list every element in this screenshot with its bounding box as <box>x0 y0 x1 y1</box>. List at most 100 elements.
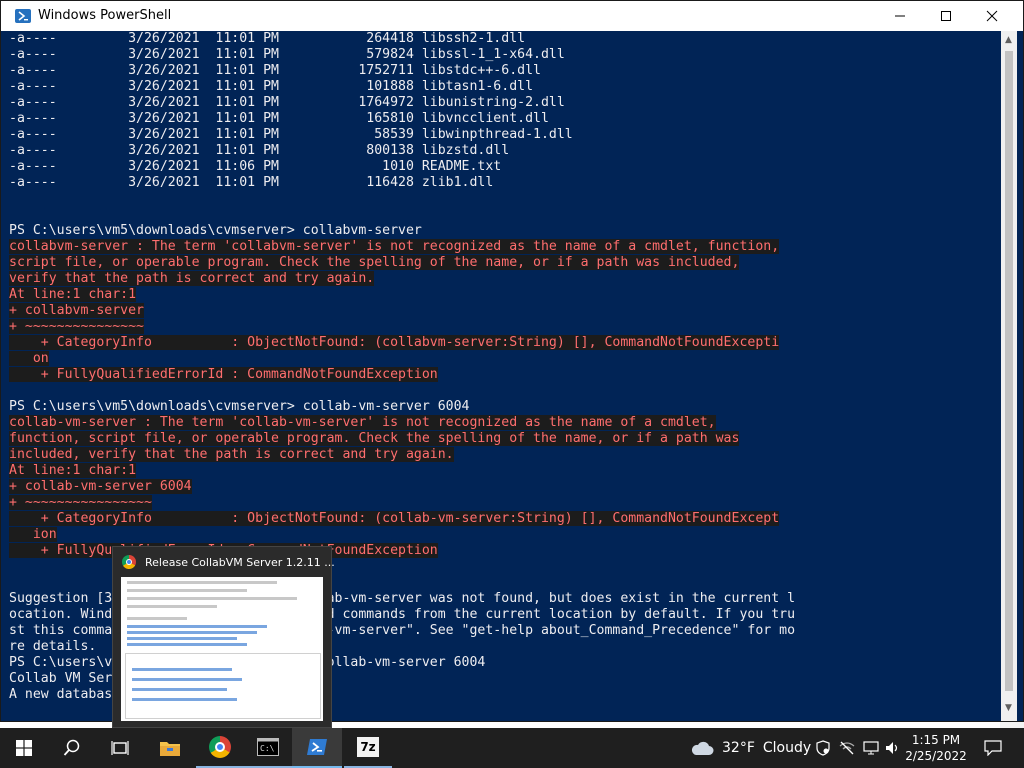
notification-icon <box>984 740 1002 756</box>
task-view-button[interactable] <box>96 728 144 768</box>
file-listing-row: -a---- 3/26/2021 11:01 PM 101888 libtasn… <box>9 79 534 94</box>
error-line: script file, or operable program. Check … <box>9 255 740 270</box>
windows-start-icon <box>16 740 32 756</box>
taskbar-command-prompt[interactable]: C:\ <box>244 728 292 768</box>
error-line: ion <box>9 527 57 542</box>
chrome-icon <box>209 736 231 758</box>
taskbar-powershell[interactable] <box>292 728 342 768</box>
vertical-scrollbar[interactable]: ▲ ▼ <box>1001 31 1017 721</box>
clock[interactable]: 1:15 PM 2/25/2022 <box>904 732 968 764</box>
error-line: + CategoryInfo : ObjectNotFound: (collab… <box>9 511 780 526</box>
volume-icon <box>886 742 898 754</box>
weather-temp: 32°F <box>722 740 755 756</box>
file-listing-row: -a---- 3/26/2021 11:01 PM 58539 libwinpt… <box>9 127 573 142</box>
file-listing-row: -a---- 3/26/2021 11:01 PM 1764972 libuni… <box>9 95 565 110</box>
error-line: + FullyQualifiedErrorId : CommandNotFoun… <box>9 367 438 382</box>
preview-header: Release CollabVM Server 1.2.11 ... <box>113 547 335 577</box>
thumbnail-asset-line <box>132 668 232 671</box>
7zip-icon: 7z <box>357 737 379 757</box>
taskbar-7zip[interactable]: 7z <box>344 728 392 768</box>
file-listing-row: -a---- 3/26/2021 11:01 PM 116428 zlib1.d… <box>9 175 494 190</box>
window-title: Windows PowerShell <box>38 8 172 23</box>
tray-security[interactable] <box>812 728 834 768</box>
search-icon <box>63 739 80 756</box>
search-button[interactable] <box>48 728 96 768</box>
powershell-icon <box>15 9 31 23</box>
error-line: + ~~~~~~~~~~~~~~~ <box>9 319 144 334</box>
file-listing-row: -a---- 3/26/2021 11:01 PM 264418 libssh2… <box>9 31 526 46</box>
taskbar-file-explorer[interactable] <box>146 728 194 768</box>
thumbnail-assets-box <box>125 653 321 719</box>
chrome-icon <box>122 555 136 569</box>
error-line: collab-vm-server : The term 'collab-vm-s… <box>9 415 716 430</box>
powershell-icon <box>307 739 327 755</box>
prompt-line: PS C:\users\vm5\downloads\cvmserver> col… <box>9 223 422 238</box>
preview-thumbnail[interactable] <box>121 577 323 721</box>
chrome-window-preview[interactable]: Release CollabVM Server 1.2.11 ... <box>112 546 335 728</box>
tray-volume[interactable] <box>882 728 904 768</box>
tray-network[interactable] <box>836 728 858 768</box>
thumbnail-asset-line <box>132 688 227 691</box>
thumbnail-link-line <box>127 631 257 634</box>
error-line: verify that the path is correct and try … <box>9 271 375 286</box>
maximize-icon <box>941 11 951 21</box>
monitor-icon <box>863 741 879 755</box>
thumbnail-link-line <box>127 643 247 646</box>
clock-date: 2/25/2022 <box>905 749 967 763</box>
error-line: + CategoryInfo : ObjectNotFound: (collab… <box>9 335 780 350</box>
weather-condition: Cloudy <box>762 740 812 756</box>
file-listing-row: -a---- 3/26/2021 11:01 PM 165810 libvncc… <box>9 111 549 126</box>
error-line: collabvm-server : The term 'collabvm-ser… <box>9 239 780 254</box>
scrollbar-thumb[interactable] <box>1005 51 1013 691</box>
show-desktop-button[interactable] <box>1020 728 1024 768</box>
error-line: on <box>9 351 49 366</box>
error-line: + collabvm-server <box>9 303 144 318</box>
thumbnail-text-line <box>127 581 277 584</box>
svg-text:C:\: C:\ <box>260 744 275 753</box>
start-button[interactable] <box>0 728 48 768</box>
file-listing-row: -a---- 3/26/2021 11:01 PM 1752711 libstd… <box>9 63 541 78</box>
close-button[interactable] <box>969 1 1015 31</box>
thumbnail-link-line <box>127 637 237 640</box>
thumbnail-text-line <box>127 605 217 608</box>
minimize-button[interactable] <box>877 1 923 31</box>
error-line: + collab-vm-server 6004 <box>9 479 192 494</box>
action-center-button[interactable] <box>978 728 1008 768</box>
minimize-icon <box>895 15 905 17</box>
thumbnail-text-line <box>127 589 247 592</box>
error-line: included, verify that the path is correc… <box>9 447 454 462</box>
title-bar[interactable]: Windows PowerShell <box>1 1 1023 31</box>
file-listing-row: -a---- 3/26/2021 11:06 PM 1010 README.tx… <box>9 159 502 174</box>
cloud-icon <box>691 741 714 755</box>
thumbnail-asset-line <box>132 698 237 701</box>
scroll-down-icon[interactable]: ▼ <box>1005 703 1012 713</box>
thumbnail-asset-line <box>132 678 242 681</box>
taskbar: C:\ 7z 32°F Cloudy 1:15 PM 2/25/2022 <box>0 728 1024 768</box>
preview-title: Release CollabVM Server 1.2.11 ... <box>145 556 335 569</box>
thumbnail-text-line <box>127 617 187 620</box>
error-line: At line:1 char:1 <box>9 463 137 478</box>
file-listing-row: -a---- 3/26/2021 11:01 PM 579824 libssl-… <box>9 47 565 62</box>
close-icon <box>986 10 998 22</box>
network-disconnected-icon <box>839 741 855 755</box>
scroll-up-icon[interactable]: ▲ <box>1005 35 1012 45</box>
security-shield-icon <box>816 740 830 756</box>
maximize-button[interactable] <box>923 1 969 31</box>
clock-time: 1:15 PM <box>911 733 961 747</box>
cmd-icon: C:\ <box>257 738 279 756</box>
folder-icon <box>160 742 180 756</box>
task-view-icon <box>111 741 129 755</box>
error-line: + ~~~~~~~~~~~~~~~~ <box>9 495 152 510</box>
error-line: function, script file, or operable progr… <box>9 431 740 446</box>
taskbar-chrome[interactable] <box>196 728 244 768</box>
thumbnail-text-line <box>127 597 297 600</box>
file-listing-row: -a---- 3/26/2021 11:01 PM 800138 libzstd… <box>9 143 510 158</box>
prompt-line: PS C:\users\vm5\downloads\cvmserver> col… <box>9 399 470 414</box>
thumbnail-link-line <box>127 625 267 628</box>
weather-widget[interactable]: 32°F Cloudy <box>690 728 811 768</box>
error-line: At line:1 char:1 <box>9 287 137 302</box>
tray-display[interactable] <box>860 728 882 768</box>
